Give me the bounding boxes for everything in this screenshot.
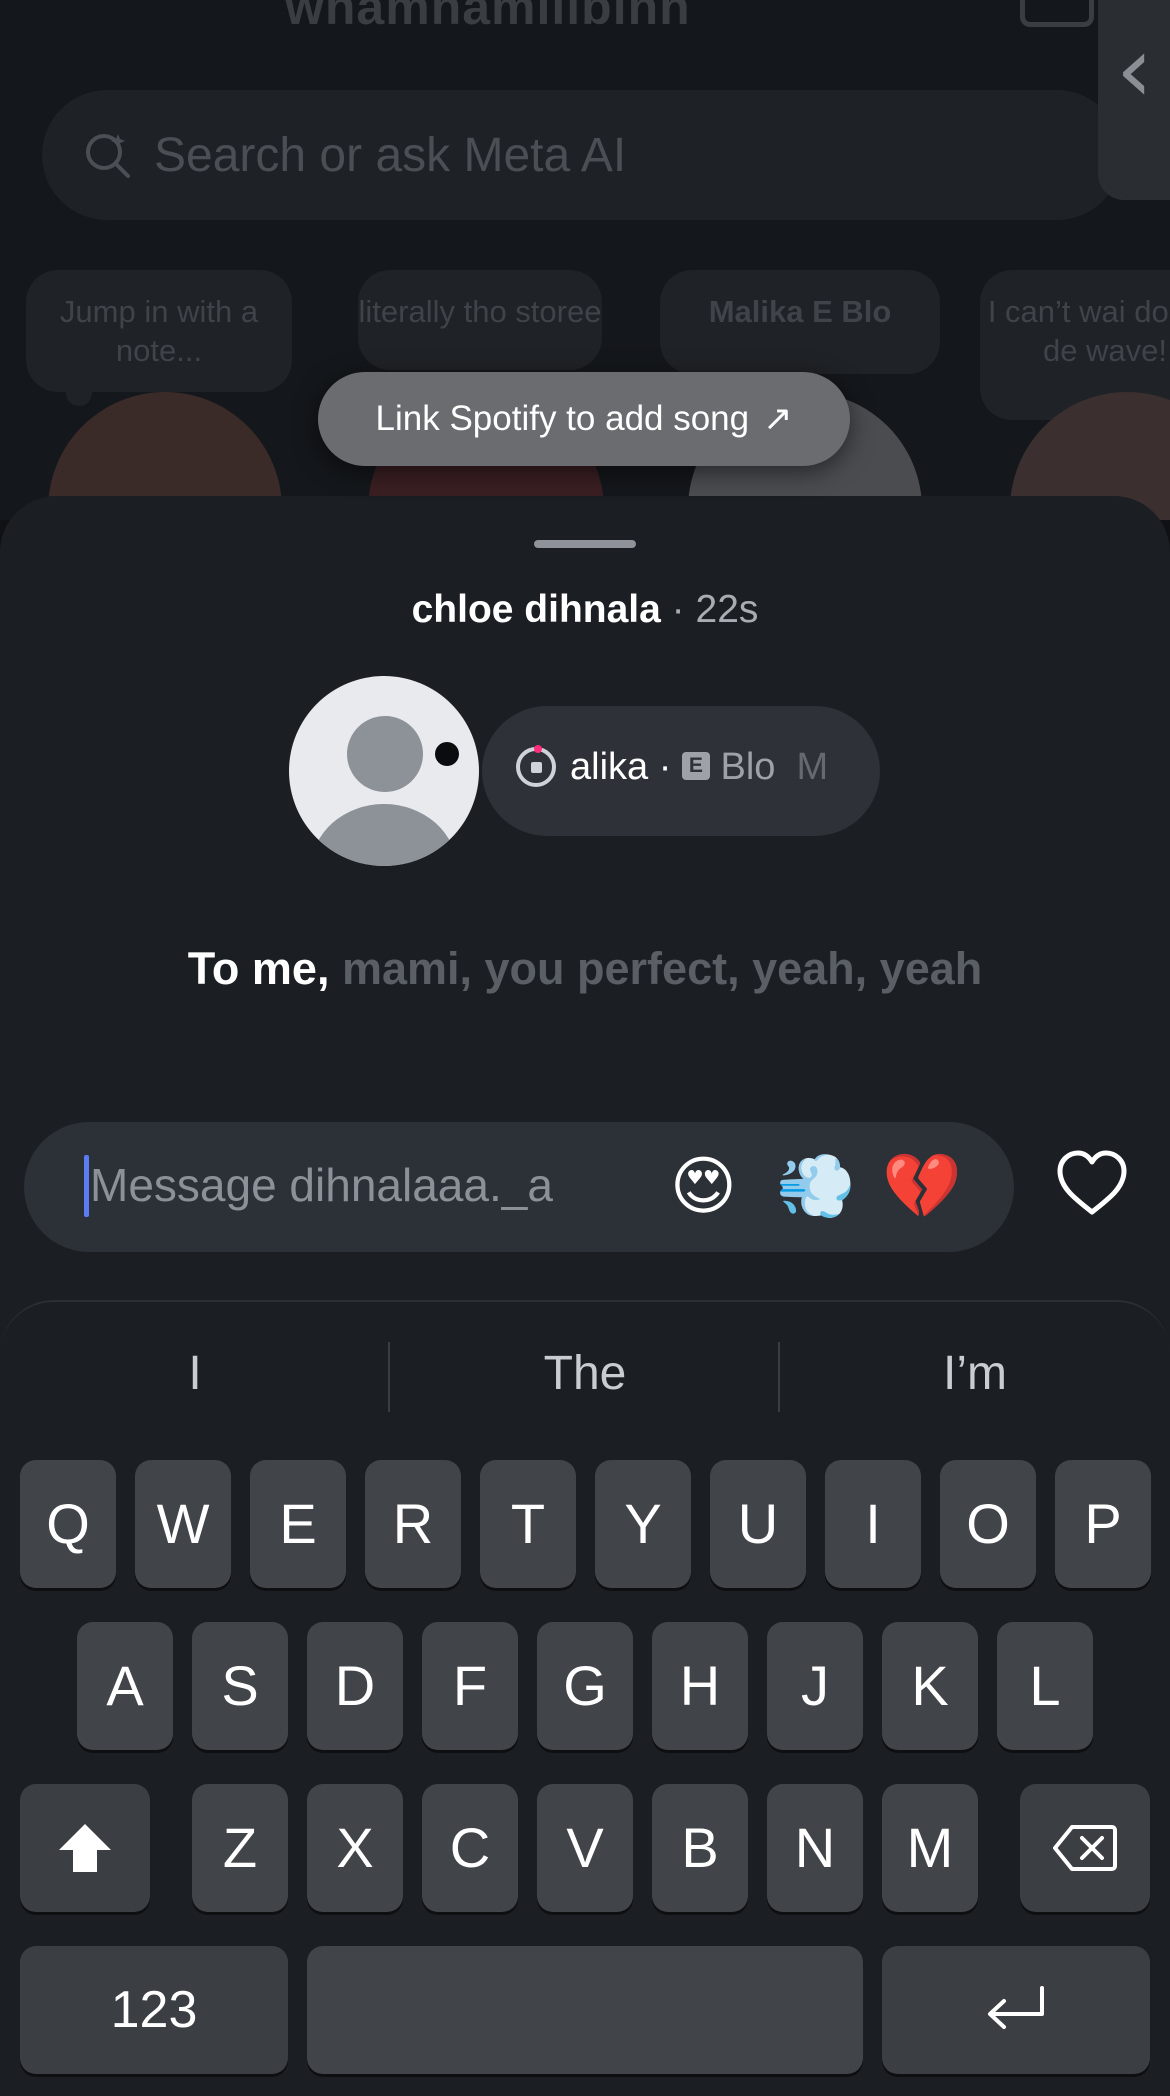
dash-reaction[interactable]: 💨 [776, 1150, 856, 1224]
key-p[interactable]: P [1055, 1460, 1151, 1588]
keyboard: I The I’m Q W E R T Y U I O P A S D F G … [0, 1300, 1170, 2082]
song-title-trail: M [796, 746, 829, 788]
side-panel-tab[interactable]: ‹ [1098, 0, 1170, 200]
sheet-grabber[interactable] [534, 540, 636, 548]
key-f[interactable]: F [422, 1622, 518, 1750]
explicit-badge: E [681, 751, 710, 780]
chevron-left-icon: ‹ [1116, 16, 1153, 123]
stop-icon[interactable] [516, 745, 556, 787]
avatar-body [311, 804, 457, 866]
key-e[interactable]: E [250, 1460, 346, 1588]
music-note-bubble[interactable]: alika · E Blo M [482, 706, 880, 836]
message-input[interactable]: Message dihnalaaa._a 😍 💨 💔 [24, 1122, 1014, 1252]
suggestion[interactable]: The [390, 1346, 780, 1401]
message-placeholder: Message dihnalaaa._a [90, 1159, 553, 1211]
return-arrow-icon [988, 1986, 1044, 2029]
lyric-current: To me, [187, 943, 330, 994]
return-key[interactable] [882, 1946, 1150, 2074]
backspace-key[interactable] [1020, 1784, 1150, 1912]
lyric-upcoming: mami, you perfect, yeah, yeah [341, 943, 983, 994]
key-n[interactable]: N [767, 1784, 863, 1912]
artist-name: Blo [709, 746, 776, 788]
key-t[interactable]: T [480, 1460, 576, 1588]
key-x[interactable]: X [307, 1784, 403, 1912]
key-d[interactable]: D [307, 1622, 403, 1750]
space-bar[interactable] [307, 1946, 863, 2074]
key-b[interactable]: B [652, 1784, 748, 1912]
key-c[interactable]: C [422, 1784, 518, 1912]
key-h[interactable]: H [652, 1622, 748, 1750]
backspace-icon [1053, 1825, 1117, 1871]
bubble-tail [435, 742, 459, 766]
key-r[interactable]: R [365, 1460, 461, 1588]
key-j[interactable]: J [767, 1622, 863, 1750]
meta-ai-search-icon [86, 134, 130, 178]
toast-label: Link Spotify to add song [375, 399, 750, 438]
key-g[interactable]: G [537, 1622, 633, 1750]
key-l[interactable]: L [997, 1622, 1093, 1750]
key-m[interactable]: M [882, 1784, 978, 1912]
separator: · [660, 588, 696, 631]
key-q[interactable]: Q [20, 1460, 116, 1588]
arrow-up-right-icon: ↗ [763, 399, 793, 438]
key-u[interactable]: U [710, 1460, 806, 1588]
note-bubble[interactable]: Malika E Blo [660, 270, 940, 374]
heart-eyes-reaction[interactable]: 😍 [670, 1150, 737, 1224]
link-spotify-toast[interactable]: Link Spotify to add song ↗ [318, 372, 850, 466]
search-placeholder: Search or ask Meta AI [154, 129, 627, 182]
note-bubble[interactable]: Jump in with a note... [26, 270, 292, 392]
key-k[interactable]: K [882, 1622, 978, 1750]
avatar-head [347, 716, 423, 792]
key-s[interactable]: S [192, 1622, 288, 1750]
song-title: alika · E Blo M [570, 746, 828, 789]
search-bar[interactable]: Search or ask Meta AI [42, 90, 1122, 220]
key-v[interactable]: V [537, 1784, 633, 1912]
note-tail [66, 380, 92, 406]
sheet-header: chloe dihnala · 22s [0, 588, 1170, 632]
timestamp: 22s [695, 588, 759, 631]
text-caret [84, 1155, 89, 1217]
suggestion[interactable]: I [0, 1346, 390, 1401]
key-i[interactable]: I [825, 1460, 921, 1588]
suggestion[interactable]: I’m [780, 1346, 1170, 1401]
lyrics: To me, mami, you perfect, yeah, yeah [150, 942, 1020, 996]
broken-heart-reaction[interactable]: 💔 [882, 1150, 962, 1224]
user-name[interactable]: chloe dihnala [412, 588, 661, 631]
numbers-key[interactable]: 123 [20, 1946, 288, 2074]
shift-key[interactable] [20, 1784, 150, 1912]
song-name: alika · [570, 746, 682, 788]
key-w[interactable]: W [135, 1460, 231, 1588]
key-o[interactable]: O [940, 1460, 1036, 1588]
account-title: whamhamilibinn [285, 0, 691, 35]
compose-icon[interactable] [1020, 0, 1094, 27]
shift-arrow-icon [59, 1824, 111, 1872]
heart-icon[interactable] [1056, 1150, 1128, 1216]
key-a[interactable]: A [77, 1622, 173, 1750]
note-bubble[interactable]: literally tho storee [358, 270, 602, 370]
key-y[interactable]: Y [595, 1460, 691, 1588]
avatar[interactable] [289, 676, 479, 866]
key-z[interactable]: Z [192, 1784, 288, 1912]
